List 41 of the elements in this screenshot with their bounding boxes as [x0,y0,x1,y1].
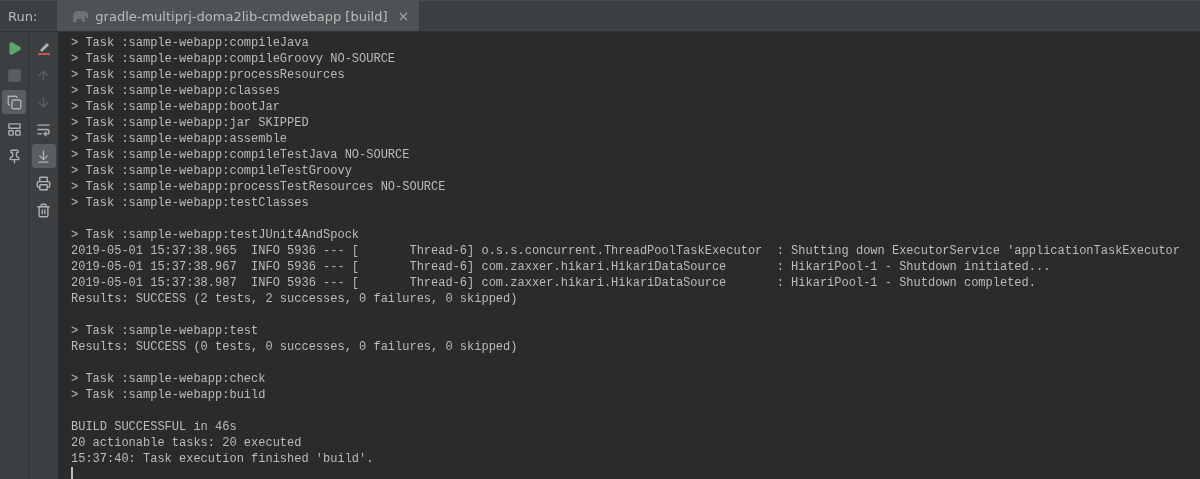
printer-icon [36,175,51,191]
run-tab[interactable]: gradle-multiprj-doma2lib-cmdwebapp [build] × [57,1,420,31]
wrap-icon [36,121,51,137]
console-line: > Task :sample-webapp:jar SKIPPED [71,115,310,131]
console-line: > Task :sample-webapp:compileTestJava NO-SOURCE [71,147,411,163]
console-line: 15:37:40: Task execution finished 'build'. [71,451,375,467]
console-line: > Task :sample-webapp:bootJar [71,99,281,115]
console-line: 20 actionable tasks: 20 executed [71,435,303,451]
console-line: > Task :sample-webapp:compileGroovy NO-SOURCE [71,51,397,67]
windows-icon [6,94,22,110]
play-icon [6,40,22,56]
console-line: > Task :sample-webapp:classes [71,83,281,99]
console-line: 2019-05-01 15:37:38.967 INFO 5936 --- [ Thread-6] com.zaxxer.hikari.HikariDataSource : HikariPool-1 - Shutdown initiated... [71,259,1052,275]
console-line: > Task :sample-webapp:check [71,371,267,387]
elephant-icon [71,9,90,23]
console-line: > Task :sample-webapp:build [71,387,267,403]
restore-layout-button[interactable] [2,90,26,114]
console-line: Results: SUCCESS (2 tests, 2 successes, 0 failures, 0 skipped) [71,291,519,307]
console-line: > Task :sample-webapp:compileTestGroovy [71,163,353,179]
console-line: > Task :sample-webapp:testClasses [71,195,310,211]
pin-icon [6,148,22,164]
trash-icon [36,202,51,218]
layout-icon [6,121,22,137]
console-line: > Task :sample-webapp:processResources [71,67,346,83]
down-arrow-icon [36,94,51,110]
stop-icon [6,67,22,83]
console-line: 2019-05-01 15:37:38.965 INFO 5936 --- [ Thread-6] o.s.s.concurrent.ThreadPoolTaskExecutor : Shutting down ExecutorService 'applicationTaskExecutor [71,243,1181,259]
scroll-to-end-icon [36,148,51,164]
console-line: > Task :sample-webapp:testJUnit4AndSpock [71,227,361,243]
console-line: > Task :sample-webapp:processTestResources NO-SOURCE [71,179,447,195]
console-line: > Task :sample-webapp:compileJava [71,35,310,51]
eraser-icon [35,40,52,56]
close-icon[interactable]: × [397,8,410,24]
run-label: Run: [7,7,39,26]
tab-title: gradle-multiprj-doma2lib-cmdwebapp [build] [95,8,388,24]
console-line: > Task :sample-webapp:assemble [71,131,289,147]
console-line: BUILD SUCCESSFUL in 46s [71,419,238,435]
console-line: > Task :sample-webapp:test [71,323,260,339]
scroll-to-end-button[interactable] [31,144,56,168]
console-line: 2019-05-01 15:37:38.987 INFO 5936 --- [ Thread-6] com.zaxxer.hikari.HikariDataSource : HikariPool-1 - Shutdown completed. [71,275,1037,291]
console-line: Results: SUCCESS (0 tests, 0 successes, 0 failures, 0 skipped) [71,339,519,355]
